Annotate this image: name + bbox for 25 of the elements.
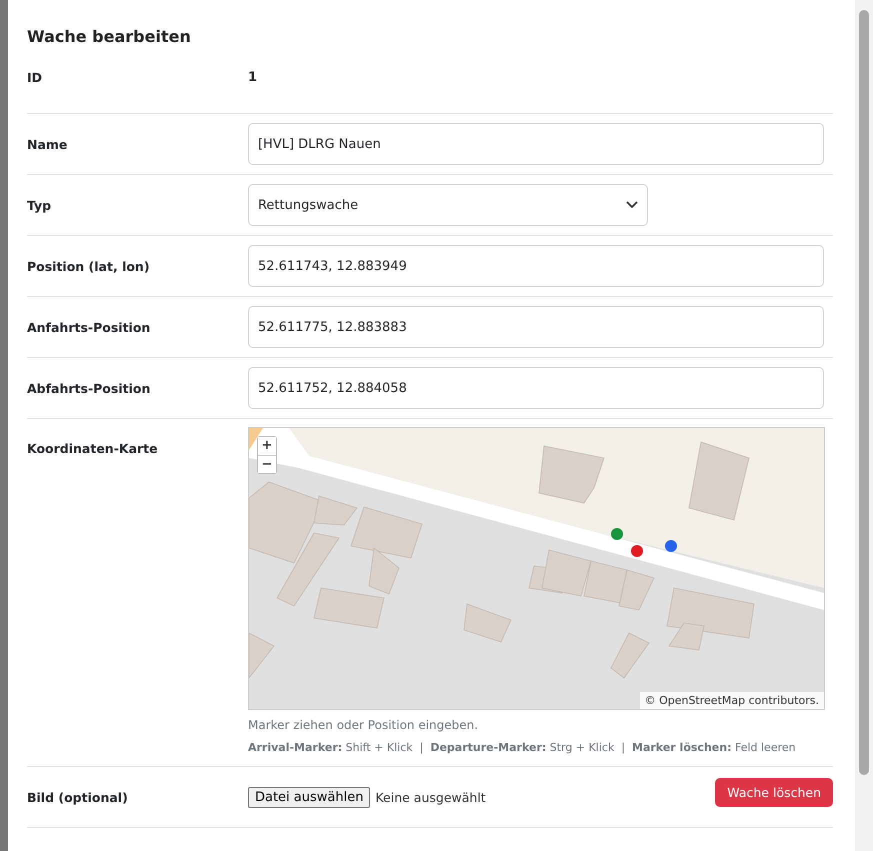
file-status: Keine ausgewählt xyxy=(375,790,487,804)
dialog-title: Wache bearbeiten xyxy=(26,26,192,48)
choose-file-button[interactable]: Datei auswählen xyxy=(248,786,370,808)
text-field[interactable]: 52.611775, 12.883883 xyxy=(248,306,824,348)
zoom-out-button[interactable]: − xyxy=(258,455,276,473)
field-label: Bild (optional) xyxy=(26,790,129,804)
field-label: Anfahrts-Position xyxy=(26,320,152,334)
field-label: ID xyxy=(26,70,44,85)
scrollbar-thumb[interactable] xyxy=(859,10,869,775)
field-label: Koordinaten-Karte xyxy=(26,440,159,456)
map-hint-text: Marker ziehen oder Position eingeben. xyxy=(248,718,480,732)
delete-button[interactable]: Wache löschen xyxy=(715,778,834,806)
scrollbar[interactable] xyxy=(855,0,873,851)
map-attribution: © OpenStreetMap contributors. xyxy=(640,692,824,709)
text-field[interactable]: 52.611743, 12.883949 xyxy=(248,245,824,287)
text-field[interactable]: [HVL] DLRG Nauen xyxy=(248,123,824,165)
field-label: Abfahrts-Position xyxy=(26,380,152,396)
field-label: Name xyxy=(26,136,68,152)
chevron-down-icon xyxy=(626,201,638,209)
type-dropdown[interactable]: Rettungswache xyxy=(248,184,648,226)
marker-help-text: Arrival-Marker: Shift + Klick | Departure-Marker: Strg + Klick | Marker löschen: Feld leeren xyxy=(248,741,797,754)
field-label: Typ xyxy=(26,198,52,212)
text-field[interactable]: 52.611752, 12.884058 xyxy=(248,367,824,409)
id-value: 1 xyxy=(248,70,258,85)
field-label: Position (lat, lon) xyxy=(26,258,151,274)
